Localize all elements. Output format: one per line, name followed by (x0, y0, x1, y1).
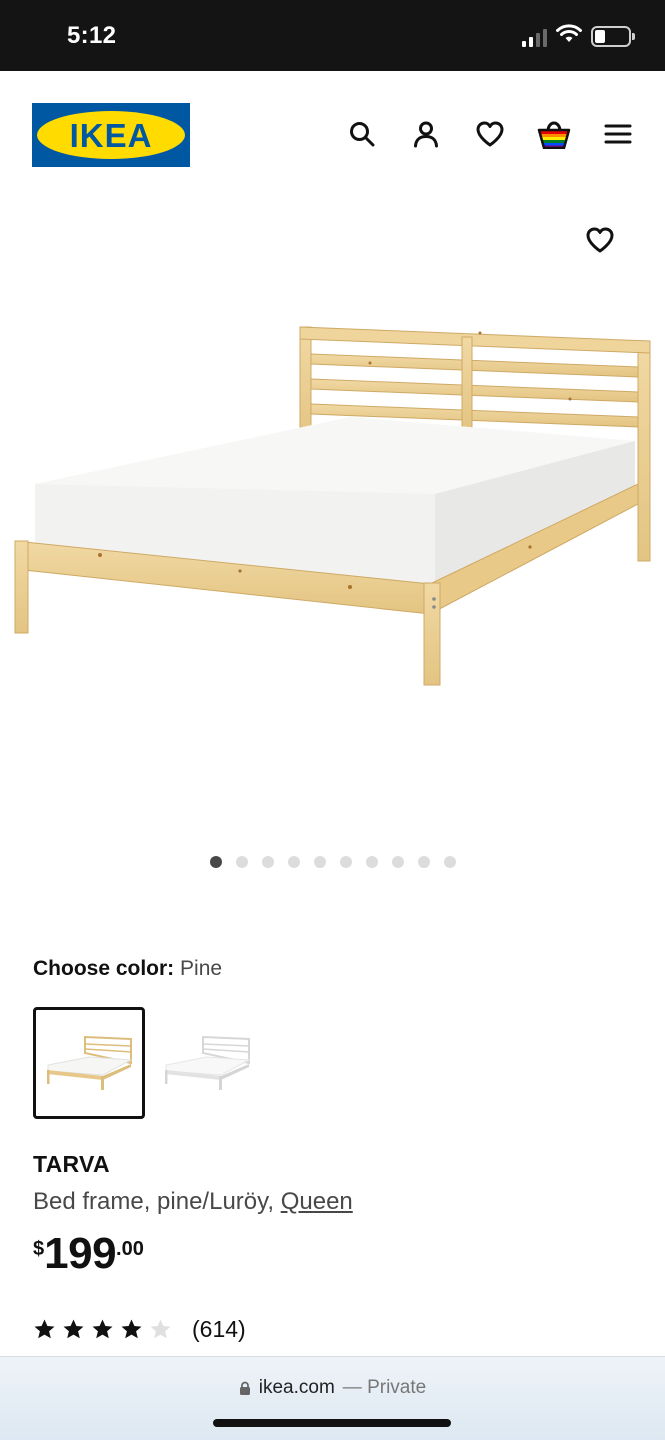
battery-icon (591, 26, 635, 47)
gallery-dot[interactable] (313, 856, 326, 868)
heart-icon[interactable] (473, 117, 507, 151)
star-empty-icon (150, 1319, 171, 1339)
basket-icon[interactable] (537, 117, 571, 151)
search-icon[interactable] (345, 117, 379, 151)
lock-icon (239, 1381, 250, 1395)
heart-icon (586, 227, 614, 253)
url-field[interactable]: ikea.com — Private (0, 1377, 665, 1399)
status-time: 5:12 (67, 22, 117, 49)
star-filled-icon (92, 1319, 113, 1339)
save-to-favorites-button[interactable] (583, 223, 617, 257)
gallery-dot[interactable] (235, 856, 248, 868)
product-image[interactable] (10, 319, 660, 749)
cellular-signal-icon (522, 27, 547, 47)
star-filled-icon (121, 1319, 142, 1339)
size-link[interactable]: Queen (281, 1188, 353, 1215)
account-icon[interactable] (409, 117, 443, 151)
gallery-dot[interactable] (261, 856, 274, 868)
menu-icon[interactable] (601, 117, 635, 151)
header-actions (345, 117, 635, 151)
status-bar: 5:12 (0, 0, 665, 71)
price-decimal: .00 (116, 1238, 144, 1260)
browser-address-bar: ikea.com — Private (0, 1356, 665, 1440)
pine-bed-thumbnail (47, 1035, 133, 1090)
gallery-dot[interactable] (209, 856, 222, 868)
star-filled-icon (63, 1319, 84, 1339)
gallery-dot[interactable] (391, 856, 404, 868)
gallery-dot[interactable] (417, 856, 430, 868)
price-currency: $ (33, 1238, 45, 1260)
product-gallery[interactable] (0, 201, 665, 901)
star-filled-icon (34, 1319, 55, 1339)
color-swatch-pine[interactable] (33, 1007, 145, 1119)
selected-color-value: Pine (180, 957, 223, 980)
color-label-text: Choose color: (33, 957, 175, 980)
product-name: TARVA (33, 1151, 110, 1177)
product-price: $ 199 .00 (33, 1232, 144, 1276)
ikea-logo[interactable]: IKEA (32, 103, 190, 167)
gallery-dot[interactable] (365, 856, 378, 868)
product-description: Bed frame, pine/Luröy, Queen (33, 1188, 353, 1216)
site-header: IKEA (0, 71, 665, 201)
price-integer: 199 (44, 1229, 117, 1278)
rating-stars (33, 1318, 172, 1341)
url-domain: ikea.com (258, 1377, 335, 1398)
white-bed-thumbnail (165, 1035, 251, 1090)
gallery-pagination (0, 856, 665, 868)
review-count: (614) (192, 1316, 246, 1342)
product-description-text: Bed frame, pine/Luröy, (33, 1188, 275, 1215)
color-chooser-label: Choose color: Pine (33, 957, 222, 981)
gallery-dot[interactable] (287, 856, 300, 868)
private-mode-label: — Private (342, 1377, 427, 1398)
home-indicator[interactable] (213, 1419, 451, 1427)
product-rating[interactable]: (614) (33, 1316, 246, 1343)
wifi-icon (556, 24, 582, 49)
gallery-dot[interactable] (339, 856, 352, 868)
color-swatch-white[interactable] (151, 1007, 263, 1119)
logo-text: IKEA (69, 116, 153, 154)
gallery-dot[interactable] (443, 856, 456, 868)
color-swatches (33, 1007, 263, 1119)
status-icons (522, 24, 635, 49)
